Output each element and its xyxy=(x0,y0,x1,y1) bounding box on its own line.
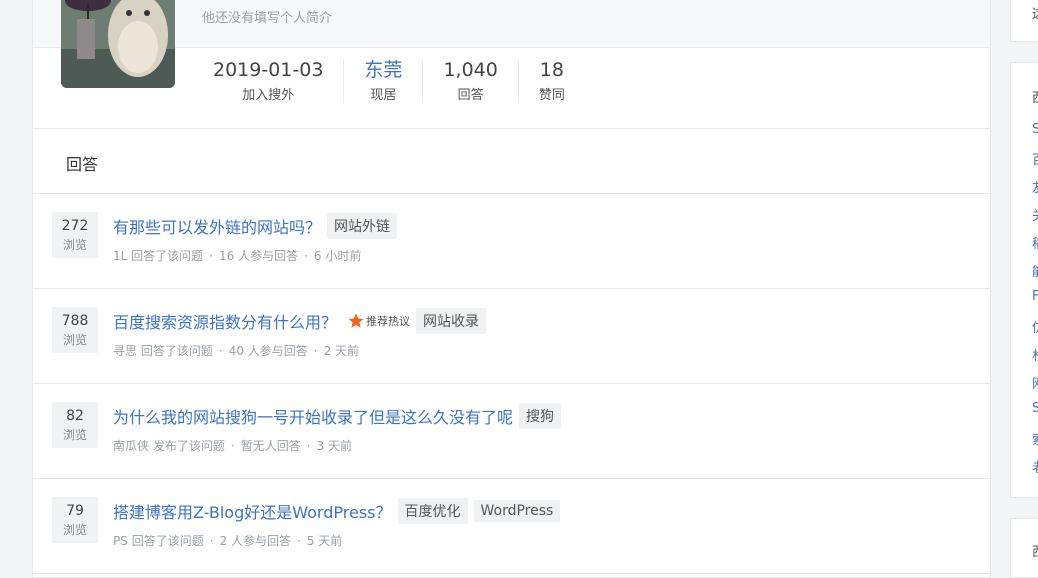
meta-action: 回答了该问题 xyxy=(131,249,204,263)
sidebar-link[interactable]: 友 xyxy=(1032,177,1038,196)
sidebar-card-list: 西 S 百 友 关 稻 能 F 仿 杉 网 S 索 老 xyxy=(1010,62,1038,498)
item-title-row: 有那些可以发外链的网站吗？ 网站外链 xyxy=(113,213,398,239)
profile-header-band: 他还没有填写个人简介 xyxy=(33,0,990,88)
topic-tag[interactable]: 网站收录 xyxy=(416,308,487,334)
views-counter: 788 浏览 xyxy=(52,307,98,353)
sidebar-card-bottom: 西 xyxy=(1010,518,1038,578)
item-title-row: 搭建博客用Z-Blog好还是WordPress？ 百度优化 WordPress xyxy=(113,498,561,524)
sidebar-link[interactable]: S xyxy=(1032,401,1038,416)
topic-tag[interactable]: 网站外链 xyxy=(327,213,398,239)
star-icon xyxy=(348,313,364,328)
user-bio: 他还没有填写个人简介 xyxy=(202,11,333,26)
views-count: 272 xyxy=(61,217,89,234)
meta-count: 暂无人回答 xyxy=(240,439,301,453)
stat-join-date: 2019-01-03 加入搜外 xyxy=(193,59,345,103)
sidebar-link[interactable]: 稻 xyxy=(1032,233,1038,252)
stat-value: 18 xyxy=(539,59,564,81)
question-link[interactable]: 搭建博客用Z-Blog好还是WordPress？ xyxy=(113,499,392,523)
sidebar-link[interactable]: 老 xyxy=(1032,457,1038,476)
section-title: 回答 xyxy=(66,155,99,174)
question-link[interactable]: 百度搜索资源指数分有什么用？ xyxy=(113,309,337,333)
answer-list-item: 79 浏览 搭建博客用Z-Blog好还是WordPress？ 百度优化 Word… xyxy=(33,479,990,574)
question-link[interactable]: 有那些可以发外链的网站吗？ xyxy=(113,214,321,238)
views-label: 浏览 xyxy=(62,237,87,252)
stat-location: 东莞 现居 xyxy=(344,59,424,103)
meta-time: 2 天前 xyxy=(323,344,360,358)
sidebar-link[interactable]: 能 xyxy=(1032,261,1038,280)
sidebar-link[interactable]: 索 xyxy=(1032,429,1038,448)
views-counter: 272 浏览 xyxy=(52,212,98,258)
item-meta: 寻思 回答了该问题 · 40 人参与回答 · 2 天前 xyxy=(113,344,360,358)
answer-list-item: 272 浏览 有那些可以发外链的网站吗？ 网站外链 1L 回答了该问题 · 16 人… xyxy=(33,194,990,289)
views-label: 浏览 xyxy=(62,427,87,442)
topic-tag[interactable]: 搜狗 xyxy=(519,403,562,429)
stat-likes: 18 赞同 xyxy=(519,59,585,103)
meta-action: 发布了该问题 xyxy=(152,439,225,453)
item-meta: 南瓜侠 发布了该问题 · 暂无人回答 · 3 天前 xyxy=(113,439,352,453)
hot-badge-label: 推荐热议 xyxy=(366,315,411,328)
question-link[interactable]: 为什么我的网站搜狗一号开始收录了但是这么久没有了呢 xyxy=(113,404,513,428)
stat-label: 赞同 xyxy=(538,88,565,103)
meta-user[interactable]: 1L xyxy=(113,249,127,263)
stat-answers: 1,040 回答 xyxy=(423,59,519,103)
meta-action: 回答了该问题 xyxy=(131,534,204,548)
sidebar-link[interactable]: 网 xyxy=(1032,373,1038,392)
meta-user[interactable]: 南瓜侠 xyxy=(113,439,149,453)
meta-time: 5 天前 xyxy=(306,534,343,548)
meta-user[interactable]: 寻思 xyxy=(113,344,137,358)
sidebar-link[interactable]: S xyxy=(1032,122,1038,137)
sidebar-card-top: 这 xyxy=(1010,0,1038,42)
topic-tag[interactable]: 百度优化 xyxy=(397,498,468,524)
answer-list-item: 788 浏览 百度搜索资源指数分有什么用？ 推荐热议 网站收录 寻思 回答了该问… xyxy=(33,289,990,384)
sidebar-text: 这 xyxy=(1032,3,1038,22)
meta-action: 回答了该问题 xyxy=(140,344,213,358)
item-title-row: 为什么我的网站搜狗一号开始收录了但是这么久没有了呢 搜狗 xyxy=(113,403,562,429)
answer-list-item: 82 浏览 为什么我的网站搜狗一号开始收录了但是这么久没有了呢 搜狗 南瓜侠 发… xyxy=(33,384,990,479)
sidebar-card-title: 西 xyxy=(1032,87,1038,106)
item-meta: 1L 回答了该问题 · 16 人参与回答 · 6 小时前 xyxy=(113,249,362,263)
avatar-image xyxy=(61,0,175,88)
meta-count: 2 人参与回答 xyxy=(219,534,291,548)
user-avatar[interactable] xyxy=(61,0,175,88)
hot-badge: 推荐热议 xyxy=(347,312,410,330)
meta-user[interactable]: PS xyxy=(113,534,128,548)
views-counter: 82 浏览 xyxy=(52,402,98,448)
stat-label: 现居 xyxy=(370,88,397,103)
stat-value: 2019-01-03 xyxy=(213,59,324,81)
views-count: 82 xyxy=(66,407,84,424)
meta-count: 16 人参与回答 xyxy=(219,249,299,263)
stat-value: 1,040 xyxy=(443,59,498,81)
item-title-row: 百度搜索资源指数分有什么用？ 推荐热议 网站收录 xyxy=(113,308,487,334)
meta-time: 6 小时前 xyxy=(313,249,362,263)
sidebar-link[interactable]: F xyxy=(1032,289,1038,304)
views-count: 79 xyxy=(66,502,84,519)
views-count: 788 xyxy=(61,312,89,329)
views-label: 浏览 xyxy=(62,522,87,537)
meta-count: 40 人参与回答 xyxy=(228,344,308,358)
topic-tag[interactable]: WordPress xyxy=(473,500,561,522)
answers-section-header: 回答 xyxy=(33,128,990,194)
sidebar-link[interactable]: 关 xyxy=(1032,205,1038,224)
stat-label: 回答 xyxy=(457,88,484,103)
views-counter: 79 浏览 xyxy=(52,497,98,543)
item-meta: PS 回答了该问题 · 2 人参与回答 · 5 天前 xyxy=(113,534,343,548)
sidebar-card-title: 西 xyxy=(1032,541,1038,560)
profile-main-card: 他还没有填写个人简介 2019-01-03 加入搜外 东莞 现居 1,040 回… xyxy=(32,0,991,578)
stat-label: 加入搜外 xyxy=(242,88,295,103)
profile-stats: 2019-01-03 加入搜外 东莞 现居 1,040 回答 18 赞同 xyxy=(193,59,585,111)
views-label: 浏览 xyxy=(62,332,87,347)
meta-time: 3 天前 xyxy=(316,439,352,453)
sidebar-link[interactable]: 百 xyxy=(1032,149,1038,168)
sidebar-link[interactable]: 仿 xyxy=(1032,317,1038,336)
sidebar-link[interactable]: 杉 xyxy=(1032,345,1038,364)
location-link[interactable]: 东莞 xyxy=(364,59,402,81)
